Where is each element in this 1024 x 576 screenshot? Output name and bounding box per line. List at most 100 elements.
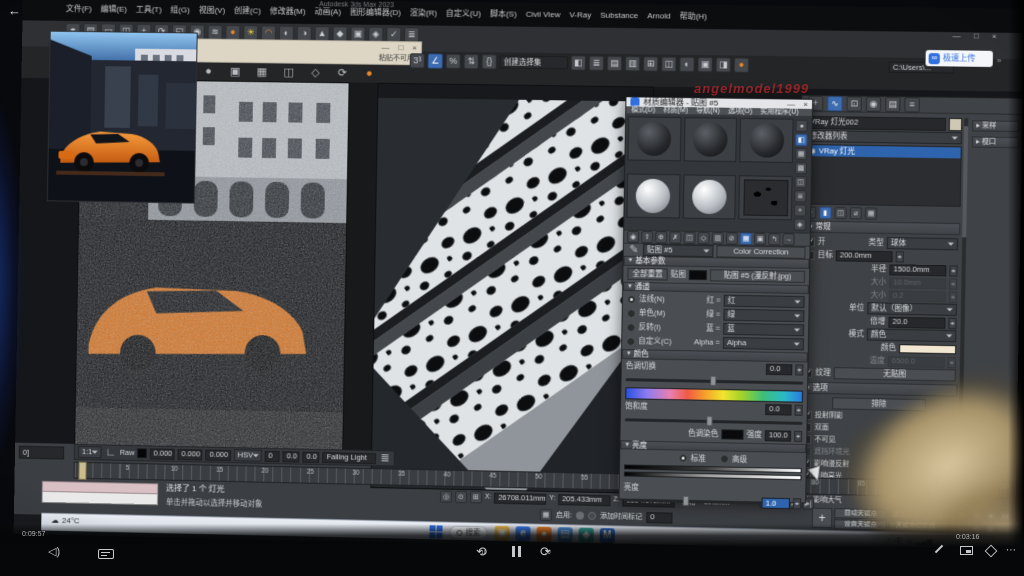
show-end-result-stack-icon[interactable]: ▮ — [819, 207, 831, 219]
options-icon[interactable]: ≣ — [794, 190, 806, 202]
me-menu-实用程序(U)[interactable]: 实用程序(U) — [760, 108, 798, 116]
vfb-zoom-dropdown[interactable]: 1:1 — [78, 446, 102, 458]
listener-mini-field[interactable]: 0] — [19, 443, 64, 460]
menu-工具(T)[interactable]: 工具(T) — [136, 6, 162, 14]
menu-帮助(H)[interactable]: 帮助(H) — [680, 13, 707, 21]
light-icon[interactable]: ● — [225, 25, 240, 40]
schematic-view-icon[interactable]: ◫ — [661, 57, 676, 72]
reset-all-button[interactable]: 全部重置 — [627, 267, 667, 280]
brightness-slider[interactable] — [623, 499, 758, 505]
material-editor-icon[interactable]: ◐ — [679, 57, 694, 72]
go-to-parent-icon[interactable]: ↰ — [768, 233, 780, 245]
refresh-icon[interactable]: ⟳ — [335, 66, 350, 81]
map-color-swatch[interactable] — [689, 269, 707, 279]
y-coordinate-field[interactable]: 205.433mm — [558, 494, 610, 506]
tiling-icon[interactable]: ▩ — [795, 162, 807, 174]
isolate-selection-icon[interactable]: ◎ — [440, 491, 452, 503]
menu-编辑(E)[interactable]: 编辑(E) — [101, 5, 127, 13]
enable-dot2-icon[interactable] — [588, 512, 596, 520]
put-to-library-icon[interactable]: ▥ — [712, 232, 724, 244]
back-icon[interactable]: ← — [8, 4, 21, 17]
toolbar-overflow-icon[interactable]: » — [997, 57, 1002, 65]
align-icon[interactable]: ≣ — [589, 56, 604, 71]
sample-slot-5[interactable] — [682, 174, 736, 219]
assign-material-icon[interactable]: ⊕ — [655, 231, 667, 243]
me-menu-导航(N)[interactable]: 导航(N) — [696, 107, 720, 114]
grid-toggle-icon[interactable]: ⊞ — [470, 491, 482, 503]
menu-图形编辑器(D)[interactable]: 图形编辑器(D) — [350, 9, 401, 18]
safe-frame-icon[interactable]: ◇ — [308, 66, 323, 81]
param-spinner[interactable] — [948, 317, 956, 328]
configure-modifier-icon[interactable]: ▦ — [865, 207, 877, 219]
popup-minimize-icon[interactable]: — — [382, 44, 390, 52]
crop-icon[interactable]: ∟ — [105, 446, 117, 458]
menu-Civil View[interactable]: Civil View — [526, 11, 561, 19]
channel-dropdown[interactable]: Alpha — [723, 337, 804, 351]
me-close-icon[interactable]: × — [803, 100, 808, 108]
tab-modify[interactable]: ∿ — [827, 96, 842, 111]
maxscript-mini-listener[interactable] — [42, 481, 159, 505]
menu-Arnold[interactable]: Arnold — [647, 12, 670, 20]
menu-修改器(M)[interactable]: 修改器(M) — [270, 8, 306, 16]
param-spinner[interactable] — [896, 251, 904, 262]
dome-light-icon[interactable]: ◠ — [261, 25, 276, 40]
render-production-icon[interactable]: ● — [734, 58, 749, 73]
saturation-spinner[interactable] — [794, 404, 802, 415]
stack-item-selected[interactable]: ◉ VRay 灯光 — [806, 145, 961, 158]
channel-radio[interactable] — [626, 322, 635, 331]
param-spinner[interactable] — [949, 291, 957, 302]
menu-渲染(R)[interactable]: 渲染(R) — [410, 9, 437, 17]
grid-box-icon[interactable]: ▣ — [350, 27, 365, 42]
menu-创建(C)[interactable]: 创建(C) — [234, 7, 261, 15]
sample-slot-4[interactable] — [626, 174, 680, 219]
snap-3d-icon[interactable]: 3³ — [410, 53, 425, 68]
put-to-scene-icon[interactable]: ⇧ — [641, 231, 653, 243]
close-icon[interactable]: × — [992, 33, 997, 41]
upload-badge[interactable]: ∞ 极速上传 — [925, 50, 993, 67]
brightness-spinner[interactable] — [793, 498, 801, 509]
param-spinner[interactable] — [948, 357, 956, 368]
saturation-slider[interactable] — [625, 418, 803, 425]
tab-utilities[interactable]: ≡ — [904, 97, 920, 112]
param-field[interactable]: 20.0 — [888, 316, 945, 328]
manipulate-icon[interactable]: ≋ — [207, 25, 222, 40]
param-field[interactable]: 200.0mm — [836, 250, 893, 262]
half-sphere-icon[interactable]: ◐ — [279, 26, 294, 41]
sample-type-icon[interactable]: ● — [795, 120, 807, 132]
show-end-result-icon[interactable]: ▣ — [754, 233, 766, 245]
strength-spinner[interactable] — [794, 430, 802, 441]
fullscreen-icon[interactable] — [985, 545, 998, 558]
param-field[interactable]: 1500.0mm — [889, 264, 946, 276]
source-map-button[interactable]: 贴图 #5 (漫反射.jpg) — [710, 269, 805, 283]
render-setup-icon[interactable]: ▣ — [697, 57, 712, 72]
sample-slot-3[interactable] — [740, 118, 794, 163]
save-icon[interactable]: ▣ — [228, 65, 243, 80]
menu-文件(F)[interactable]: 文件(F) — [66, 5, 92, 13]
get-material-icon[interactable]: ◉ — [627, 231, 639, 243]
mountain-icon[interactable]: ▲ — [315, 26, 330, 41]
param-spinner[interactable] — [949, 278, 957, 289]
x-coordinate-field[interactable]: 26708.011mm — [494, 492, 546, 504]
me-minimize-icon[interactable]: — — [787, 100, 795, 108]
me-menu-材质(M)[interactable]: 材质(M) — [663, 107, 688, 114]
minimize-icon[interactable]: — — [952, 32, 960, 40]
standard-radio[interactable] — [678, 454, 687, 463]
param-dropdown[interactable]: 默认（图像） — [867, 302, 957, 316]
make-copy-icon[interactable]: ◫ — [683, 232, 695, 244]
pip-icon[interactable] — [960, 546, 973, 555]
diamond-icon[interactable]: ◆ — [332, 26, 347, 41]
make-unique-icon[interactable]: ◇ — [697, 232, 709, 244]
pause-icon[interactable] — [512, 546, 521, 557]
sphere-preview-icon[interactable]: ● — [201, 64, 216, 79]
map-navigator-icon[interactable]: ◈ — [794, 218, 806, 230]
frame-field[interactable]: 0 — [646, 512, 672, 524]
region-grid-icon[interactable]: ▦ — [254, 65, 269, 80]
no-map-button[interactable]: 无贴图 — [834, 367, 956, 381]
render-frame-icon[interactable]: ◨ — [716, 57, 731, 72]
param-dropdown[interactable]: 球体 — [887, 237, 958, 250]
sample-slot-6[interactable] — [739, 175, 793, 220]
menu-脚本(S)[interactable]: 脚本(S) — [490, 10, 517, 18]
me-menu-模式(D)[interactable]: 模式(D) — [631, 106, 655, 113]
advanced-radio[interactable] — [720, 454, 729, 463]
lock-selection-icon[interactable]: ⊙ — [455, 491, 467, 503]
